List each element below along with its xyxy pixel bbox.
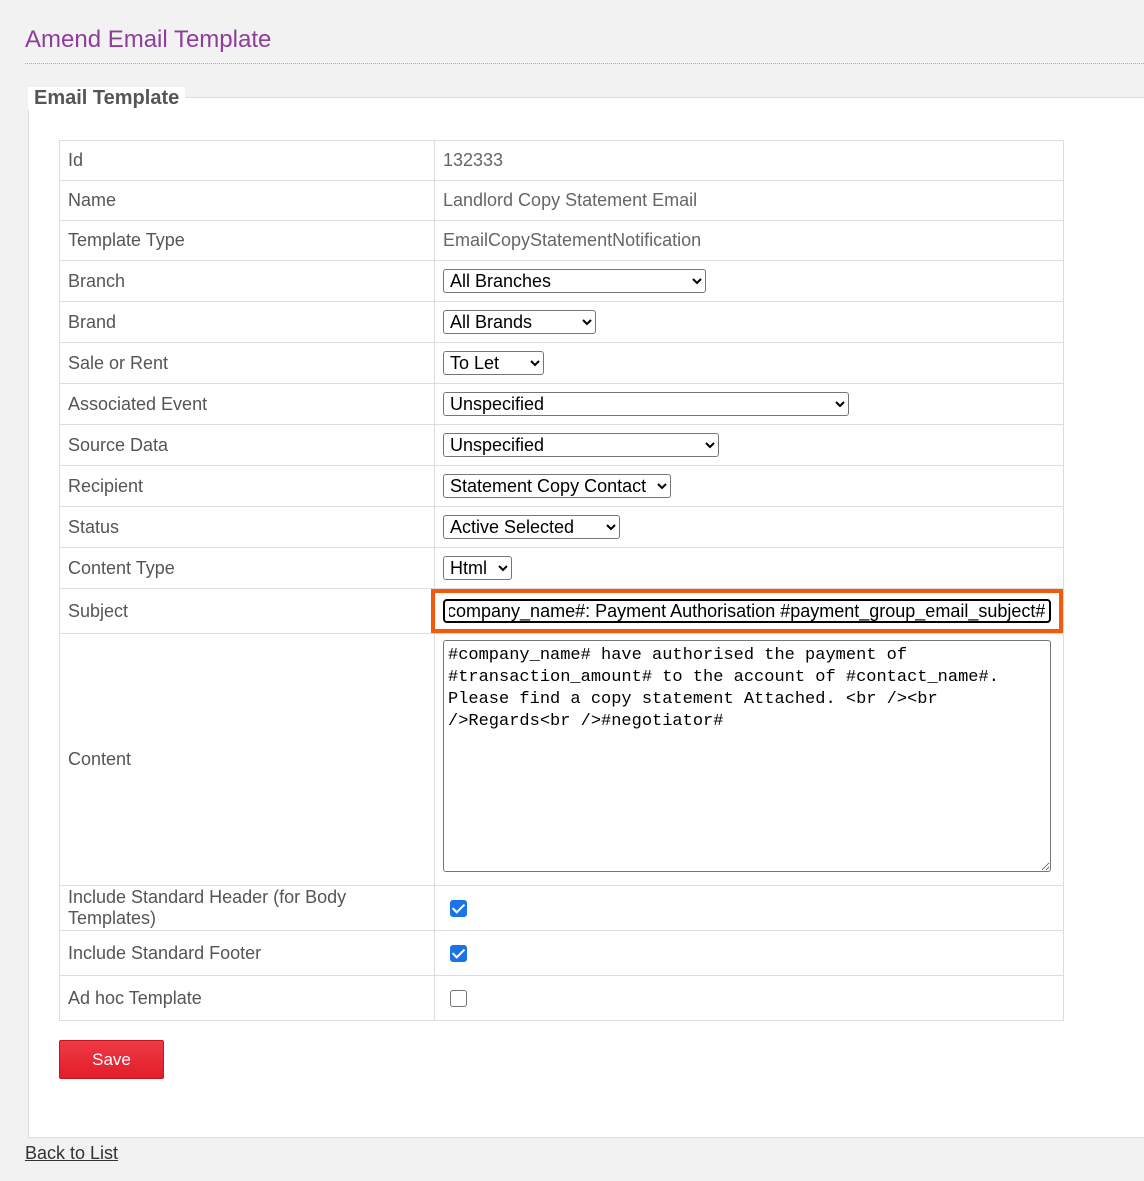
row-branch: Branch All Branches [59,260,1064,302]
template-type-label: Template Type [59,220,435,261]
row-source-data: Source Data Unspecified [59,424,1064,466]
subject-label: Subject [59,588,435,634]
status-label: Status [59,506,435,548]
row-template-type: Template Type EmailCopyStatementNotifica… [59,220,1064,261]
id-label: Id [59,140,435,181]
section-legend: Email Template [28,87,186,110]
row-include-header: Include Standard Header (for Body Templa… [59,885,1064,931]
recipient-label: Recipient [59,465,435,507]
source-data-select[interactable]: Unspecified [443,433,719,457]
back-to-list-link[interactable]: Back to List [25,1143,118,1164]
branch-label: Branch [59,260,435,302]
row-include-footer: Include Standard Footer [59,930,1064,976]
content-type-select[interactable]: Html [443,556,512,580]
content-type-label: Content Type [59,547,435,589]
save-button[interactable]: Save [59,1040,164,1079]
row-associated-event: Associated Event Unspecified [59,383,1064,425]
brand-select[interactable]: All Brands [443,310,596,334]
row-content: Content #company_name# have authorised t… [59,633,1064,886]
sale-or-rent-label: Sale or Rent [59,342,435,384]
include-footer-checkbox[interactable] [450,945,467,963]
include-header-checkbox[interactable] [450,900,467,918]
ad-hoc-label: Ad hoc Template [59,975,435,1021]
row-ad-hoc: Ad hoc Template [59,975,1064,1021]
name-label: Name [59,180,435,221]
include-header-label: Include Standard Header (for Body Templa… [59,885,435,931]
branch-select[interactable]: All Branches [443,269,706,293]
recipient-select[interactable]: Statement Copy Contact [443,474,671,498]
sale-or-rent-select[interactable]: To Let [443,351,544,375]
ad-hoc-checkbox[interactable] [450,990,467,1008]
id-value: 132333 [434,140,1064,181]
subject-highlight [431,589,1063,633]
row-brand: Brand All Brands [59,301,1064,343]
associated-event-label: Associated Event [59,383,435,425]
template-type-value: EmailCopyStatementNotification [434,220,1064,261]
row-sale-or-rent: Sale or Rent To Let [59,342,1064,384]
title-divider [25,63,1144,64]
row-status: Status Active Selected [59,506,1064,548]
email-template-form: Id 132333 Name Landlord Copy Statement E… [59,140,1064,1021]
row-content-type: Content Type Html [59,547,1064,589]
include-footer-label: Include Standard Footer [59,930,435,976]
name-value: Landlord Copy Statement Email [434,180,1064,221]
content-label: Content [59,633,435,886]
subject-input[interactable] [443,599,1051,623]
content-textarea[interactable]: #company_name# have authorised the payme… [443,640,1051,872]
status-select[interactable]: Active Selected [443,515,620,539]
source-data-label: Source Data [59,424,435,466]
associated-event-select[interactable]: Unspecified [443,392,849,416]
row-subject: Subject [59,588,1064,634]
page-title: Amend Email Template [25,26,272,53]
row-recipient: Recipient Statement Copy Contact [59,465,1064,507]
row-id: Id 132333 [59,140,1064,181]
brand-label: Brand [59,301,435,343]
row-name: Name Landlord Copy Statement Email [59,180,1064,221]
